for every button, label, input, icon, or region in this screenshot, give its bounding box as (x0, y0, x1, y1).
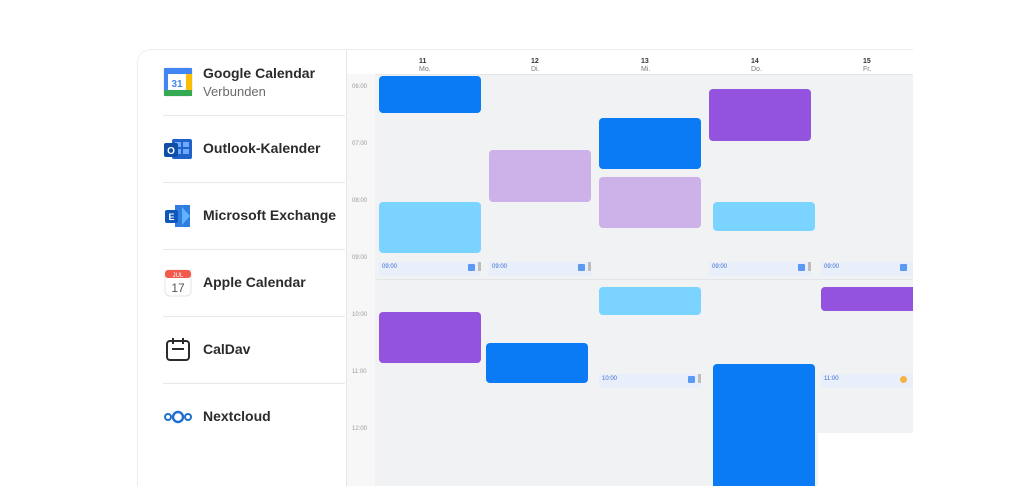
grid-line (375, 279, 913, 280)
hour-label: 06:00 (352, 84, 368, 90)
caldav-icon (166, 338, 190, 361)
source-item-google-calendar[interactable]: 31 Google Calendar Verbunden (163, 50, 345, 116)
hour-label: 11:00 (352, 369, 367, 375)
event-strip[interactable]: 09:00 (379, 262, 481, 276)
event-strip[interactable]: 09:00 (709, 262, 811, 276)
calendar-event[interactable] (379, 202, 481, 253)
hour-label: 12:00 (352, 426, 368, 432)
calendar-sources-sidebar: 31 Google Calendar Verbunden O Outlook-K… (138, 50, 347, 486)
hour-label: 08:00 (352, 198, 368, 204)
calendar-integrations-card: 31 Google Calendar Verbunden O Outlook-K… (137, 49, 913, 486)
calendar-event[interactable] (486, 343, 588, 383)
source-item-apple-calendar[interactable]: JUL 17 Apple Calendar (163, 251, 345, 317)
hour-label: 09:00 (352, 255, 368, 261)
source-label: Google Calendar (203, 65, 316, 81)
svg-text:O: O (167, 146, 175, 157)
calendar-event[interactable] (599, 287, 701, 315)
week-calendar-view: Mo. 11 Di. 12 Mi. 13 Do. 14 Fr. 15 06:00… (347, 50, 913, 486)
calendar-event[interactable] (599, 118, 701, 169)
outlook-icon: O (164, 139, 192, 159)
calendar-event[interactable] (379, 76, 481, 113)
source-item-microsoft-exchange[interactable]: E Microsoft Exchange (163, 184, 345, 250)
source-label: Outlook-Kalender (203, 140, 321, 156)
source-label: Apple Calendar (203, 274, 306, 290)
calendar-event[interactable] (599, 177, 701, 228)
day-header[interactable]: Mo. 11 (419, 58, 431, 73)
day-header[interactable]: Mi. 13 (641, 58, 650, 73)
source-item-nextcloud[interactable]: Nextcloud (163, 385, 345, 451)
google-calendar-icon (578, 264, 585, 271)
calendar-event[interactable] (489, 150, 591, 202)
svg-text:JUL: JUL (173, 273, 184, 279)
calendar-event[interactable] (709, 89, 811, 141)
source-item-outlook[interactable]: O Outlook-Kalender (163, 117, 345, 183)
event-strip[interactable]: 09:00 (489, 262, 591, 276)
google-calendar-icon (798, 264, 805, 271)
source-label: CalDav (203, 341, 251, 357)
apple-calendar-icon: JUL 17 (164, 269, 192, 297)
time-column: 06:00 07:00 08:00 09:00 10:00 11:00 12:0… (347, 74, 375, 486)
nextcloud-icon (164, 410, 192, 424)
exchange-icon: E (165, 205, 190, 227)
google-calendar-icon (688, 376, 695, 383)
day-header[interactable]: Do. 14 (751, 58, 762, 73)
calendar-event[interactable] (821, 287, 913, 311)
free-slot (818, 433, 913, 486)
google-calendar-icon (900, 264, 907, 271)
source-label: Nextcloud (203, 408, 271, 424)
event-strip[interactable]: 09:00 (821, 262, 913, 276)
svg-text:17: 17 (171, 281, 185, 295)
hour-label: 10:00 (352, 312, 368, 318)
connection-status: Verbunden (203, 84, 266, 99)
google-calendar-icon: 31 (163, 67, 193, 97)
google-calendar-icon (468, 264, 475, 271)
calendar-event[interactable] (713, 364, 815, 486)
svg-text:31: 31 (171, 79, 183, 90)
event-strip[interactable]: 10:00 (599, 374, 701, 388)
event-strip[interactable]: 11:00 (821, 374, 913, 388)
source-item-caldav[interactable]: CalDav (163, 318, 345, 384)
hour-label: 07:00 (352, 141, 368, 147)
week-header: Mo. 11 Di. 12 Mi. 13 Do. 14 Fr. 15 (347, 50, 913, 75)
svg-text:E: E (168, 212, 174, 222)
source-label: Microsoft Exchange (203, 207, 337, 223)
day-header[interactable]: Fr. 15 (863, 58, 871, 73)
calendar-event[interactable] (379, 312, 481, 363)
calendar-source-icon (900, 376, 907, 383)
day-header[interactable]: Di. 12 (531, 58, 540, 73)
calendar-event[interactable] (713, 202, 815, 231)
